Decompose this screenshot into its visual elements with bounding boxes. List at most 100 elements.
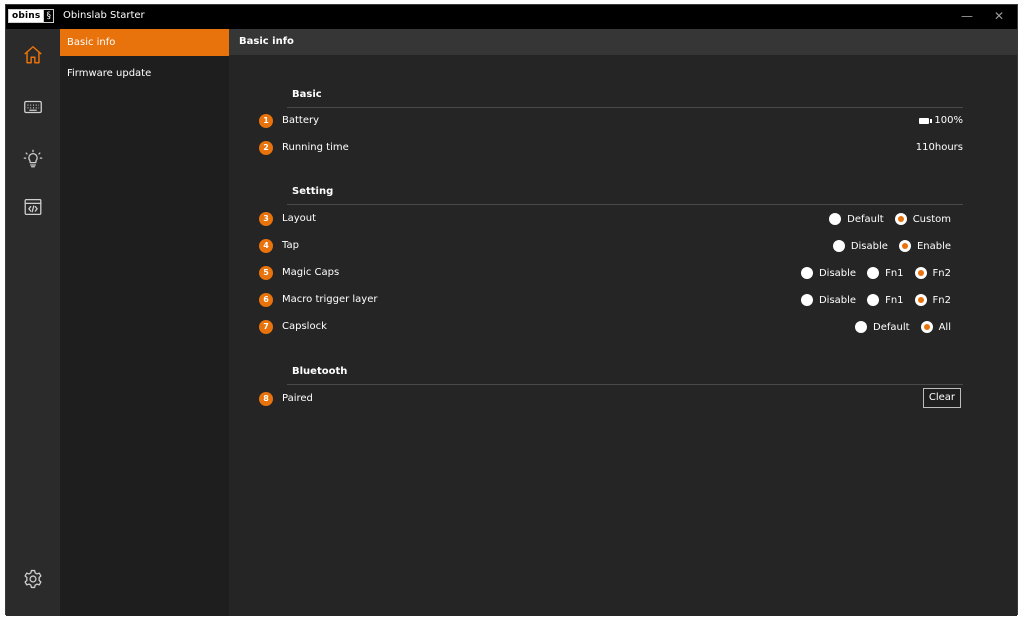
lighting-icon	[23, 149, 43, 168]
running-time-value: 110hours	[915, 142, 963, 153]
section-title-basic: Basic	[292, 89, 322, 100]
radio-label: Default	[847, 213, 884, 225]
section-divider	[287, 384, 963, 385]
section-title-setting: Setting	[292, 186, 334, 197]
radio-label: Disable	[818, 294, 857, 306]
radio-button-selected[interactable]	[894, 213, 907, 225]
logo-mark: §	[43, 10, 53, 22]
settings-gear-icon	[24, 569, 42, 589]
keyboard-nav-button[interactable]	[6, 87, 60, 127]
magic-caps-radio-group: Disable Fn1 Fn2	[790, 263, 951, 283]
tap-label: Tap	[282, 240, 299, 251]
radio-label: Fn2	[932, 267, 951, 279]
layout-label: Layout	[282, 213, 316, 224]
clear-paired-button[interactable]: Clear	[922, 388, 961, 408]
tap-radio-group: Disable Enable	[822, 236, 951, 256]
radio-button[interactable]	[800, 267, 813, 279]
macro-layer-option-disable[interactable]: Disable	[800, 294, 857, 306]
radio-button-selected[interactable]	[920, 321, 933, 333]
battery-percent: 100%	[934, 115, 963, 126]
sub-navigation: Basic info Firmware update	[60, 29, 229, 616]
section-title-bluetooth: Bluetooth	[292, 366, 348, 377]
section-divider	[287, 204, 963, 205]
setting-row-macro-trigger-layer: 6 Macro trigger layer Disable Fn1 Fn2	[259, 290, 963, 310]
setting-row-battery: 1 Battery 100%	[259, 111, 963, 131]
radio-button[interactable]	[829, 213, 842, 225]
magic-caps-label: Magic Caps	[282, 267, 340, 278]
radio-button[interactable]	[832, 240, 845, 252]
subnav-firmware-update[interactable]: Firmware update	[60, 60, 229, 87]
title-bar: obins § Obinslab Starter — ✕	[6, 5, 1017, 29]
minimize-button[interactable]: —	[957, 8, 977, 24]
macro-trigger-layer-label: Macro trigger layer	[282, 294, 378, 305]
capslock-radio-group: Default All	[844, 317, 951, 337]
radio-label: All	[938, 321, 951, 333]
macro-layer-option-fn2[interactable]: Fn2	[914, 294, 951, 306]
setting-row-capslock: 7 Capslock Default All	[259, 317, 963, 337]
capslock-option-all[interactable]: All	[920, 321, 951, 333]
settings-nav-button[interactable]	[6, 559, 60, 599]
capslock-label: Capslock	[282, 321, 327, 332]
battery-value: 100%	[919, 111, 963, 131]
number-badge: 2	[259, 141, 273, 155]
radio-button[interactable]	[867, 267, 880, 279]
obins-logo: obins §	[8, 9, 54, 23]
number-badge: 6	[259, 293, 273, 307]
magic-caps-option-disable[interactable]: Disable	[800, 267, 857, 279]
logo-text: obins	[9, 10, 44, 22]
number-badge: 3	[259, 212, 273, 226]
battery-icon	[919, 118, 933, 124]
radio-button[interactable]	[855, 321, 868, 333]
layout-option-custom[interactable]: Custom	[894, 213, 951, 225]
home-nav-button[interactable]	[6, 35, 60, 75]
tap-option-enable[interactable]: Enable	[898, 240, 951, 252]
subnav-basic-info[interactable]: Basic info	[60, 29, 229, 56]
layout-radio-group: Default Custom	[818, 209, 951, 229]
battery-label: Battery	[282, 115, 320, 126]
radio-label: Default	[873, 321, 910, 333]
page-title: Basic info	[229, 29, 1017, 55]
layout-option-default[interactable]: Default	[829, 213, 884, 225]
capslock-option-default[interactable]: Default	[855, 321, 910, 333]
radio-label: Fn1	[885, 267, 904, 279]
radio-button-selected[interactable]	[914, 294, 927, 306]
radio-label: Enable	[916, 240, 951, 252]
macro-nav-button[interactable]	[6, 187, 60, 227]
setting-row-running-time: 2 Running time 110hours	[259, 138, 963, 158]
radio-label: Disable	[850, 240, 888, 252]
number-badge: 8	[259, 392, 273, 406]
app-window: obins § Obinslab Starter — ✕ Basic info …	[5, 4, 1018, 616]
setting-row-layout: 3 Layout Default Custom	[259, 209, 963, 229]
setting-row-tap: 4 Tap Disable Enable	[259, 236, 963, 256]
number-badge: 1	[259, 114, 273, 128]
home-icon	[24, 46, 42, 64]
radio-button[interactable]	[800, 294, 813, 306]
main-panel: Basic info Basic 1 Battery 100% 2 Runnin…	[229, 29, 1017, 616]
radio-label: Custom	[912, 213, 951, 225]
magic-caps-option-fn1[interactable]: Fn1	[867, 267, 904, 279]
icon-sidebar	[6, 29, 60, 616]
radio-button[interactable]	[867, 294, 880, 306]
setting-row-paired: 8 Paired Clear	[259, 388, 963, 409]
macro-layer-option-fn1[interactable]: Fn1	[867, 294, 904, 306]
app-title: Obinslab Starter	[63, 10, 145, 21]
section-divider	[287, 107, 963, 108]
tap-option-disable[interactable]: Disable	[832, 240, 888, 252]
radio-label: Fn1	[885, 294, 904, 306]
number-badge: 4	[259, 239, 273, 253]
lighting-nav-button[interactable]	[6, 139, 60, 179]
keyboard-icon	[24, 100, 42, 114]
radio-label: Disable	[818, 267, 857, 279]
radio-label: Fn2	[932, 294, 951, 306]
paired-label: Paired	[282, 393, 313, 404]
macro-code-icon	[24, 199, 42, 215]
macro-layer-radio-group: Disable Fn1 Fn2	[790, 290, 951, 310]
close-button[interactable]: ✕	[989, 8, 1009, 24]
radio-button-selected[interactable]	[914, 267, 927, 279]
number-badge: 5	[259, 266, 273, 280]
number-badge: 7	[259, 320, 273, 334]
running-time-label: Running time	[282, 142, 349, 153]
setting-row-magic-caps: 5 Magic Caps Disable Fn1 Fn2	[259, 263, 963, 283]
radio-button-selected[interactable]	[898, 240, 911, 252]
magic-caps-option-fn2[interactable]: Fn2	[914, 267, 951, 279]
